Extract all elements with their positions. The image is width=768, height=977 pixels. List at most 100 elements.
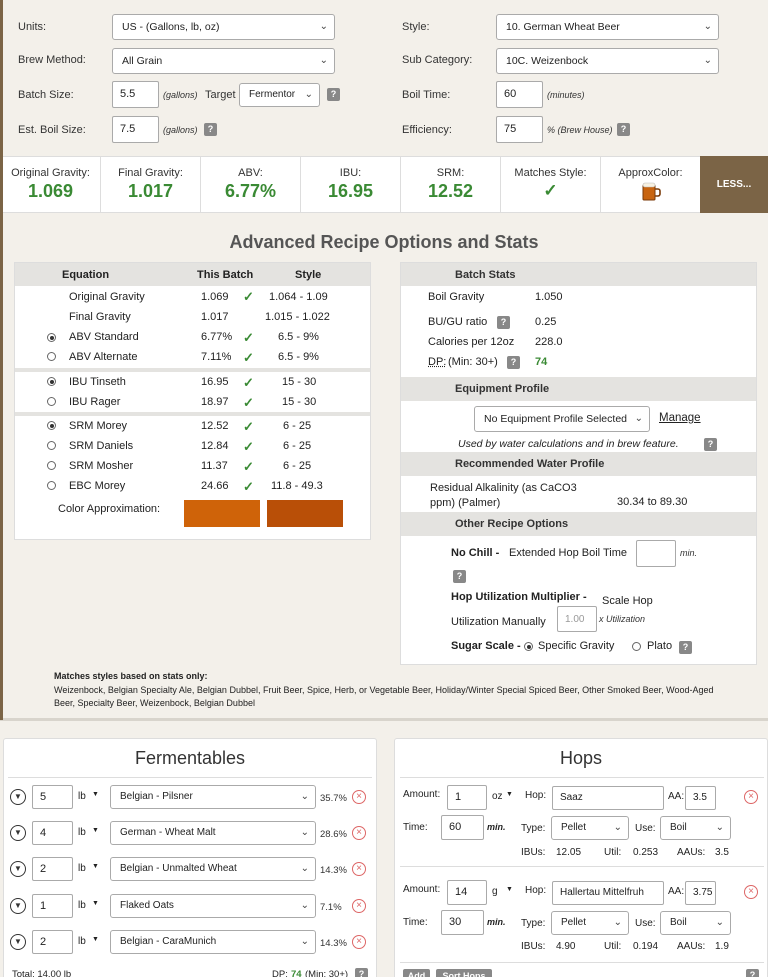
stat-value: 1.069	[27, 181, 74, 201]
chevron-down-icon: ⌄	[703, 55, 712, 66]
residual-value: 30.34 to 89.30	[617, 496, 688, 508]
amount-input[interactable]: 4	[32, 821, 73, 845]
dp-label: DP:	[428, 356, 447, 368]
srm-mosher-radio[interactable]	[47, 461, 56, 470]
remove-icon[interactable]: ×	[352, 790, 366, 804]
add-hop-button[interactable]: Add	[403, 969, 430, 977]
expand-icon[interactable]: ▼	[10, 825, 26, 841]
target-label: Target	[205, 89, 236, 101]
hop-type-select[interactable]: Pellet ⌄	[551, 911, 629, 935]
hop-time-input[interactable]: 30	[441, 910, 484, 935]
ibu-tinseth-radio[interactable]	[47, 377, 56, 386]
brew-method-value: All Grain	[122, 55, 163, 67]
style-select[interactable]: 10. German Wheat Beer ⌄	[496, 14, 719, 40]
fermentable-select[interactable]: German - Wheat Malt ⌄	[110, 821, 316, 845]
hop-aa-input[interactable]: 3.75	[685, 881, 716, 905]
help-icon[interactable]: ?	[355, 968, 368, 977]
help-icon[interactable]: ?	[704, 438, 717, 451]
divider	[15, 412, 370, 416]
fermentable-select[interactable]: Belgian - Pilsner ⌄	[110, 785, 316, 809]
expand-icon[interactable]: ▼	[10, 861, 26, 877]
fermentable-select[interactable]: Flaked Oats ⌄	[110, 894, 316, 918]
hop-name-input[interactable]: Hallertau Mittelfruh	[552, 881, 664, 905]
divider	[400, 866, 764, 867]
srm-daniels-radio[interactable]	[47, 441, 56, 450]
remove-icon[interactable]: ×	[352, 935, 366, 949]
srm-morey-radio[interactable]	[47, 421, 56, 430]
hop-amount-input[interactable]: 1	[447, 785, 487, 810]
stat-label: Matches Style:	[514, 167, 587, 179]
remove-icon[interactable]: ×	[352, 899, 366, 913]
remove-icon[interactable]: ×	[744, 790, 758, 804]
remove-icon[interactable]: ×	[744, 885, 758, 899]
hop-unit-select[interactable]: g	[492, 886, 498, 897]
equipment-select[interactable]: No Equipment Profile Selected ⌄	[474, 406, 650, 432]
target-select[interactable]: Fermentor ⌄	[239, 83, 320, 107]
help-icon[interactable]: ?	[507, 356, 520, 369]
check-icon: ✓	[243, 419, 254, 434]
amount-input[interactable]: 2	[32, 857, 73, 881]
manage-link[interactable]: Manage	[659, 412, 701, 424]
hop-unit-select[interactable]: oz	[492, 791, 503, 802]
hop-name-input[interactable]: Saaz	[552, 786, 664, 810]
sugar-sg-radio[interactable]	[524, 642, 533, 651]
chevron-down-icon: ⌄	[703, 21, 712, 32]
fermentable-select[interactable]: Belgian - Unmalted Wheat ⌄	[110, 857, 316, 881]
hop-util-input[interactable]: 1.00	[557, 606, 597, 632]
sort-hops-button[interactable]: Sort Hops	[436, 969, 492, 977]
fermentable-select[interactable]: Belgian - CaraMunich ⌄	[110, 930, 316, 954]
abv-alternate-radio[interactable]	[47, 352, 56, 361]
expand-icon[interactable]: ▼	[10, 789, 26, 805]
hop-time-label: Time:	[403, 917, 428, 928]
hop-use-label: Use:	[635, 918, 656, 929]
stat-label: IBU:	[339, 167, 362, 179]
batch-size-input[interactable]: 5.5	[112, 81, 159, 108]
abv-standard-radio[interactable]	[47, 333, 56, 342]
less-button[interactable]: LESS...	[700, 156, 768, 213]
help-icon[interactable]: ?	[453, 570, 466, 583]
unit-select[interactable]: lb	[78, 827, 86, 838]
help-icon[interactable]: ?	[679, 641, 692, 654]
chevron-down-icon: ⌄	[715, 822, 724, 833]
ebc-morey-radio[interactable]	[47, 481, 56, 490]
unit-select[interactable]: lb	[78, 936, 86, 947]
help-icon[interactable]: ?	[746, 969, 759, 977]
remove-icon[interactable]: ×	[352, 862, 366, 876]
est-boil-input[interactable]: 7.5	[112, 116, 159, 143]
no-chill-input[interactable]	[636, 540, 676, 567]
equation-style: 15 - 30	[282, 376, 317, 388]
sugar-plato-radio[interactable]	[632, 642, 641, 651]
equation-style: 1.064 - 1.09	[269, 291, 328, 303]
stat-matches-style: Matches Style: ✓	[501, 157, 601, 212]
unit-select[interactable]: lb	[78, 863, 86, 874]
remove-icon[interactable]: ×	[352, 826, 366, 840]
amount-input[interactable]: 2	[32, 930, 73, 954]
brew-method-select[interactable]: All Grain ⌄	[112, 48, 335, 74]
expand-icon[interactable]: ▼	[10, 934, 26, 950]
hop-type-select[interactable]: Pellet ⌄	[551, 816, 629, 840]
unit-select[interactable]: lb	[78, 900, 86, 911]
hop-aa-input[interactable]: 3.5	[685, 786, 716, 810]
other-options-header: Other Recipe Options	[401, 512, 756, 536]
expand-icon[interactable]: ▼	[10, 898, 26, 914]
hop-aaus-label: AAUs:	[677, 941, 706, 952]
help-icon[interactable]: ?	[497, 316, 510, 329]
equation-style: 6.5 - 9%	[278, 331, 319, 343]
amount-input[interactable]: 1	[32, 894, 73, 918]
hop-time-input[interactable]: 60	[441, 815, 484, 840]
boil-time-input[interactable]: 60	[496, 81, 543, 108]
hop-amount-input[interactable]: 14	[447, 880, 487, 905]
ibu-rager-radio[interactable]	[47, 397, 56, 406]
hop-use-select[interactable]: Boil ⌄	[660, 911, 731, 935]
unit-select[interactable]: lb	[78, 791, 86, 802]
help-icon[interactable]: ?	[617, 123, 630, 136]
efficiency-input[interactable]: 75	[496, 116, 543, 143]
help-icon[interactable]: ?	[204, 123, 217, 136]
sub-category-select[interactable]: 10C. Weizenbock ⌄	[496, 48, 719, 74]
units-select[interactable]: US - (Gallons, lb, oz) ⌄	[112, 14, 335, 40]
fermentables-dp-label: DP:	[272, 969, 288, 977]
help-icon[interactable]: ?	[327, 88, 340, 101]
chevron-down-icon: ⌄	[319, 21, 328, 32]
hop-use-select[interactable]: Boil ⌄	[660, 816, 731, 840]
amount-input[interactable]: 5	[32, 785, 73, 809]
